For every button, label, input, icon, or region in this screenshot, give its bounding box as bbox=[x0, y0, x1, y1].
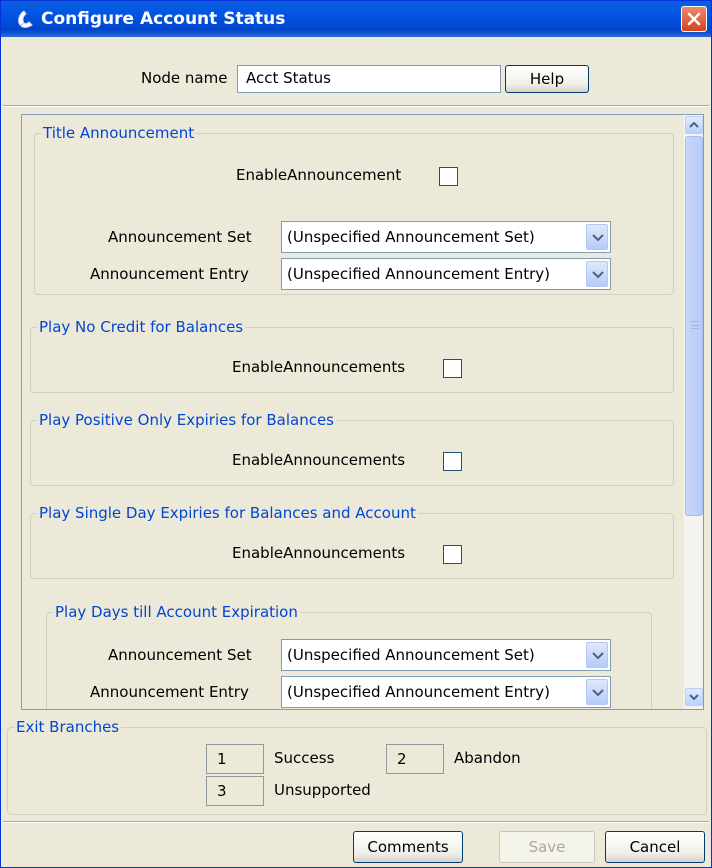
chevron-down-icon[interactable] bbox=[586, 224, 608, 250]
save-button[interactable]: Save bbox=[499, 831, 595, 863]
group-title: Play Single Day Expiries for Balances an… bbox=[37, 504, 418, 522]
announcement-entry-select[interactable]: (Unspecified Announcement Entry) bbox=[281, 676, 611, 708]
announcement-set-select[interactable]: (Unspecified Announcement Set) bbox=[281, 221, 611, 253]
window-title: Configure Account Status bbox=[41, 9, 286, 29]
enable-announcements-checkbox[interactable] bbox=[443, 545, 462, 564]
exit-branches-group: Exit Branches 1 Success 2 Abandon 3 Unsu… bbox=[7, 718, 707, 815]
announcement-entry-value: (Unspecified Announcement Entry) bbox=[287, 265, 550, 283]
exit-branch-number: 3 bbox=[206, 776, 264, 806]
group-title: Exit Branches bbox=[14, 718, 122, 736]
exit-branch-label: Unsupported bbox=[274, 781, 371, 799]
announcement-set-label: Announcement Set bbox=[108, 646, 252, 664]
chevron-down-icon bbox=[689, 694, 699, 701]
announcement-entry-select[interactable]: (Unspecified Announcement Entry) bbox=[281, 258, 611, 290]
exit-branch-number: 1 bbox=[206, 744, 264, 774]
scroll-thumb[interactable] bbox=[685, 136, 703, 516]
scroll-up-button[interactable] bbox=[685, 116, 703, 134]
single-day-expiries-group: Play Single Day Expiries for Balances an… bbox=[30, 504, 674, 579]
vertical-scrollbar[interactable] bbox=[683, 115, 703, 709]
announcement-set-select[interactable]: (Unspecified Announcement Set) bbox=[281, 639, 611, 671]
settings-scroll-panel[interactable]: Title Announcement EnableAnnouncement An… bbox=[21, 114, 704, 710]
help-button[interactable]: Help bbox=[505, 65, 589, 93]
settings-content: Title Announcement EnableAnnouncement An… bbox=[22, 115, 684, 709]
enable-announcements-label: EnableAnnouncements bbox=[232, 358, 406, 376]
announcement-set-value: (Unspecified Announcement Set) bbox=[287, 646, 535, 664]
scroll-down-button[interactable] bbox=[685, 688, 703, 706]
group-title: Play Positive Only Expiries for Balances bbox=[37, 411, 336, 429]
group-title: Play Days till Account Expiration bbox=[53, 603, 300, 621]
exit-branch-number: 2 bbox=[386, 744, 444, 774]
chevron-up-icon bbox=[689, 121, 699, 128]
enable-announcements-label: EnableAnnouncements bbox=[232, 544, 406, 562]
configure-account-status-dialog: Configure Account Status Node name Acct … bbox=[0, 0, 712, 868]
positive-expiries-group: Play Positive Only Expiries for Balances… bbox=[30, 411, 674, 486]
exit-branch-label: Abandon bbox=[454, 749, 521, 767]
group-title: Title Announcement bbox=[41, 124, 197, 142]
announcement-entry-label: Announcement Entry bbox=[90, 265, 249, 283]
days-till-expiration-group: Play Days till Account Expiration Announ… bbox=[46, 603, 652, 709]
title-bar[interactable]: Configure Account Status bbox=[1, 1, 711, 37]
enable-announcements-checkbox[interactable] bbox=[443, 452, 462, 471]
enable-announcement-label: EnableAnnouncement bbox=[236, 166, 402, 184]
no-credit-group: Play No Credit for Balances EnableAnnoun… bbox=[30, 318, 674, 393]
comments-button[interactable]: Comments bbox=[353, 831, 463, 863]
node-name-label: Node name bbox=[141, 69, 228, 87]
close-icon bbox=[687, 12, 701, 26]
node-name-input[interactable]: Acct Status bbox=[237, 65, 501, 93]
divider bbox=[3, 105, 709, 107]
cancel-button[interactable]: Cancel bbox=[605, 831, 705, 863]
group-title: Play No Credit for Balances bbox=[37, 318, 246, 336]
phone-handset-icon bbox=[15, 8, 37, 30]
enable-announcements-checkbox[interactable] bbox=[443, 359, 462, 378]
announcement-set-value: (Unspecified Announcement Set) bbox=[287, 228, 535, 246]
chevron-down-icon[interactable] bbox=[586, 679, 608, 705]
enable-announcements-label: EnableAnnouncements bbox=[232, 451, 406, 469]
exit-branch-label: Success bbox=[274, 749, 335, 767]
announcement-entry-label: Announcement Entry bbox=[90, 683, 249, 701]
announcement-entry-value: (Unspecified Announcement Entry) bbox=[287, 683, 550, 701]
grip-icon bbox=[691, 321, 699, 329]
announcement-set-label: Announcement Set bbox=[108, 228, 252, 246]
chevron-down-icon[interactable] bbox=[586, 261, 608, 287]
chevron-down-icon[interactable] bbox=[586, 642, 608, 668]
enable-announcement-checkbox[interactable] bbox=[439, 167, 458, 186]
divider bbox=[3, 821, 709, 823]
title-announcement-group: Title Announcement EnableAnnouncement An… bbox=[34, 124, 674, 295]
close-button[interactable] bbox=[681, 6, 707, 32]
